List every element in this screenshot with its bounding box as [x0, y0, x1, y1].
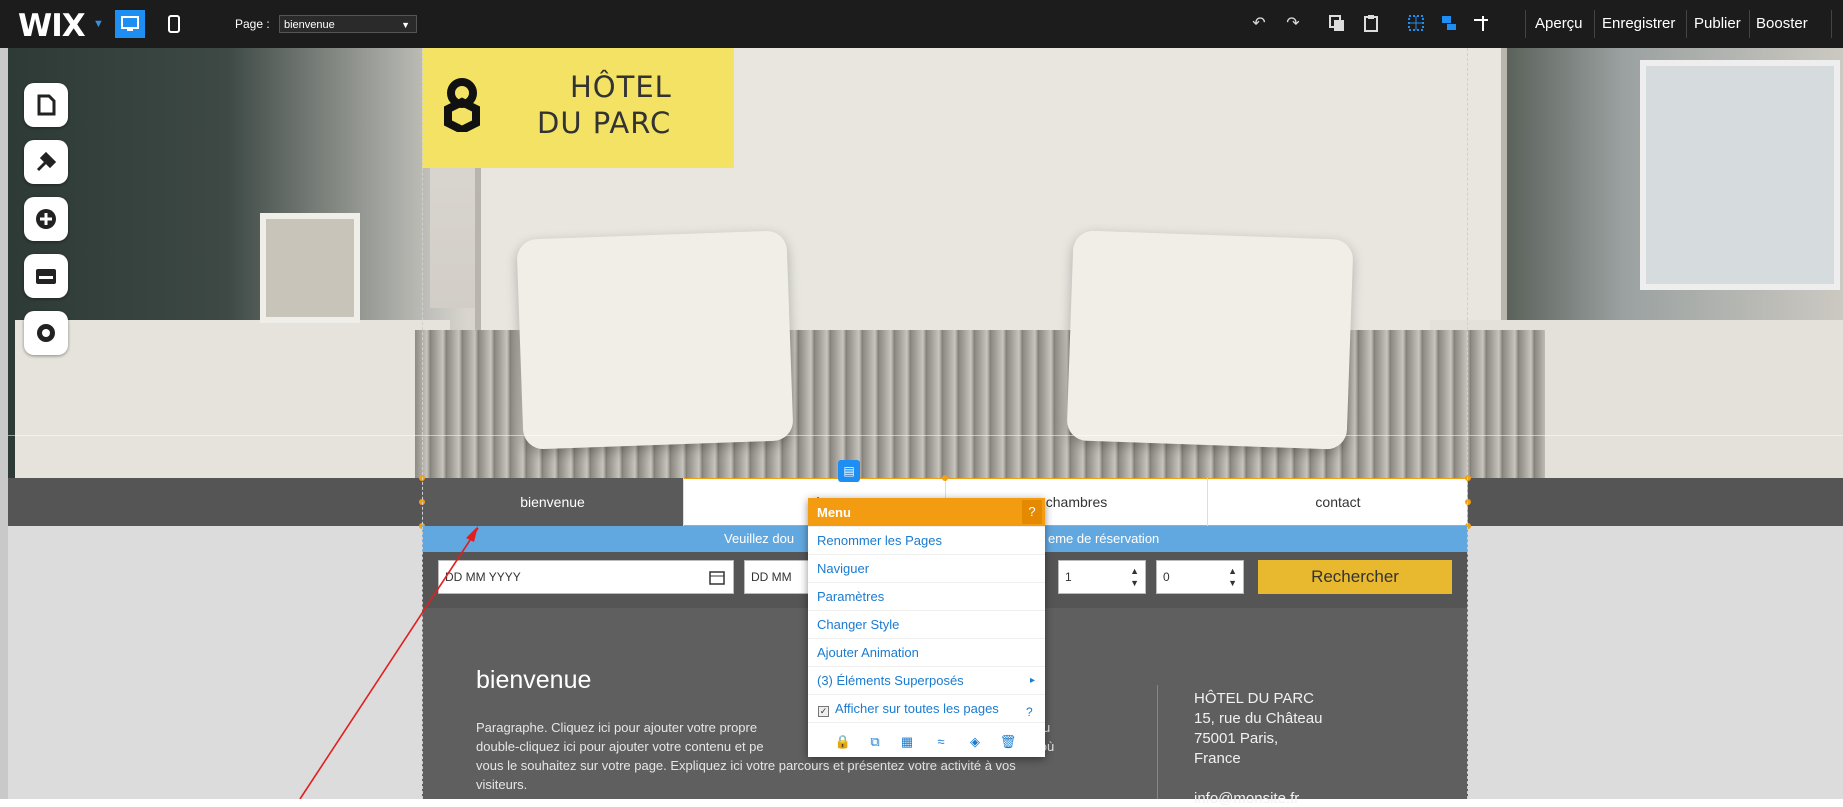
- mobile-view-button[interactable]: [163, 10, 185, 38]
- gridlines-icon[interactable]: [1405, 14, 1427, 34]
- component-badge-icon[interactable]: ▤: [838, 460, 860, 482]
- toolbar-divider: [1594, 10, 1595, 38]
- hero-photo-frame: [260, 213, 360, 323]
- paragraph-line: visiteurs.: [476, 777, 528, 792]
- hero-pillow-right: [1066, 230, 1354, 450]
- menu-help-button[interactable]: ?: [1022, 500, 1042, 524]
- undo-icon[interactable]: ↶: [1248, 14, 1270, 34]
- resize-handle[interactable]: [1465, 499, 1471, 505]
- address-hotel-name[interactable]: HÔTEL DU PARC: [1194, 690, 1314, 707]
- page-label: Page :: [235, 17, 270, 31]
- show-all-pages-checkbox[interactable]: ✓: [818, 706, 829, 717]
- hero-window: [1640, 60, 1840, 290]
- show-all-pages-help-button[interactable]: ?: [1026, 705, 1033, 719]
- layout-guide-right: [1467, 48, 1468, 799]
- booking-notice-right: eme de réservation: [1048, 531, 1160, 546]
- canvas-left-edge: [0, 48, 8, 799]
- content-divider: [1157, 685, 1158, 799]
- nav-item-contact[interactable]: contact: [1208, 478, 1468, 526]
- menu-item-change-style[interactable]: Changer Style: [808, 610, 1045, 638]
- checkout-date-placeholder: DD MM: [751, 570, 792, 584]
- toolbar-divider: [1749, 10, 1750, 38]
- toolbar-divider: [1525, 10, 1526, 38]
- children-value: 0: [1163, 570, 1170, 584]
- rulers-icon[interactable]: [1470, 14, 1492, 34]
- desktop-icon: [121, 16, 139, 31]
- adults-value: 1: [1065, 570, 1072, 584]
- hotel-logo-mark-icon: [444, 78, 480, 132]
- hero-nightstand-left: [15, 320, 450, 480]
- design-button[interactable]: [24, 140, 68, 184]
- desktop-view-button[interactable]: [115, 10, 145, 38]
- paste-icon[interactable]: ▦: [898, 733, 916, 751]
- adults-stepper[interactable]: 1 ▲ ▼: [1058, 560, 1146, 594]
- copy-icon[interactable]: [1326, 14, 1348, 34]
- hotel-name-line1[interactable]: HÔTEL: [570, 70, 672, 104]
- menu-item-rename-pages[interactable]: Renommer les Pages: [808, 526, 1045, 554]
- hotel-name-line2[interactable]: DU PARC: [537, 106, 671, 140]
- logo-caret-icon[interactable]: ▼: [93, 18, 104, 30]
- redo-icon[interactable]: ↷: [1282, 14, 1304, 34]
- paragraph-line: vous le souhaitez sur votre page. Expliq…: [476, 758, 1016, 773]
- toolbar-divider: [1831, 10, 1832, 38]
- children-stepper[interactable]: 0 ▲ ▼: [1156, 560, 1244, 594]
- address-country[interactable]: France: [1194, 750, 1241, 767]
- mobile-icon: [168, 15, 180, 33]
- page-select-value: bienvenue: [284, 19, 335, 31]
- upgrade-link[interactable]: Booster: [1756, 15, 1808, 32]
- arrange-layers-icon[interactable]: ◈: [966, 733, 984, 751]
- page-select[interactable]: bienvenue ▼: [279, 15, 417, 33]
- address-city[interactable]: 75001 Paris,: [1194, 730, 1278, 747]
- snap-to-object-icon[interactable]: [1438, 14, 1460, 34]
- menu-item-navigate[interactable]: Naviguer: [808, 554, 1045, 582]
- menu-item-show-all-pages[interactable]: Afficher sur toutes les pages: [808, 694, 1045, 722]
- add-button[interactable]: [24, 197, 68, 241]
- menu-item-overlapping-elements[interactable]: (3) Éléments Superposés: [808, 666, 1045, 694]
- lock-icon[interactable]: 🔒: [834, 733, 852, 751]
- booking-notice-left: Veuillez dou: [724, 531, 795, 546]
- store-icon: [36, 269, 56, 284]
- send-backward-icon[interactable]: ≈: [932, 733, 950, 751]
- page-icon: [37, 94, 56, 116]
- checkout-date-input[interactable]: DD MM: [744, 560, 814, 594]
- calendar-icon[interactable]: [709, 569, 725, 585]
- toolbar-divider: [1686, 10, 1687, 38]
- paste-icon[interactable]: [1360, 14, 1382, 34]
- brush-icon: [36, 151, 57, 172]
- preview-link[interactable]: Aperçu: [1535, 15, 1583, 32]
- content-title[interactable]: bienvenue: [476, 666, 591, 695]
- gear-icon: [37, 324, 55, 342]
- search-button[interactable]: Rechercher: [1258, 560, 1452, 594]
- plus-circle-icon: [36, 209, 56, 229]
- checkin-date-input[interactable]: DD MM YYYY: [438, 560, 734, 594]
- copy-icon[interactable]: ⧉: [866, 733, 884, 751]
- submenu-arrow-icon[interactable]: ▸: [1030, 675, 1035, 686]
- app-market-button[interactable]: [24, 254, 68, 298]
- stepper-arrows-icon[interactable]: ▲ ▼: [1228, 565, 1237, 589]
- resize-handle[interactable]: [942, 475, 948, 481]
- publish-link[interactable]: Publier: [1694, 15, 1741, 32]
- wix-logo[interactable]: WIX: [18, 8, 86, 44]
- hero-pillow-left: [516, 230, 794, 450]
- menu-item-settings[interactable]: Paramètres: [808, 582, 1045, 610]
- stepper-arrows-icon[interactable]: ▲ ▼: [1130, 565, 1139, 589]
- menu-panel-title: Menu: [817, 505, 851, 520]
- pages-button[interactable]: [24, 83, 68, 127]
- address-street[interactable]: 15, rue du Château: [1194, 710, 1322, 727]
- menu-item-add-animation[interactable]: Ajouter Animation: [808, 638, 1045, 666]
- settings-button[interactable]: [24, 311, 68, 355]
- section-guide-line: [8, 435, 1843, 436]
- nav-item-bienvenue[interactable]: bienvenue: [422, 478, 684, 526]
- save-link[interactable]: Enregistrer: [1602, 15, 1675, 32]
- delete-icon[interactable]: 🗑: [999, 733, 1017, 751]
- checkin-date-placeholder: DD MM YYYY: [445, 570, 521, 584]
- layout-guide-left: [422, 48, 423, 799]
- resize-handle[interactable]: [1465, 475, 1471, 481]
- chevron-down-icon: ▼: [401, 20, 410, 30]
